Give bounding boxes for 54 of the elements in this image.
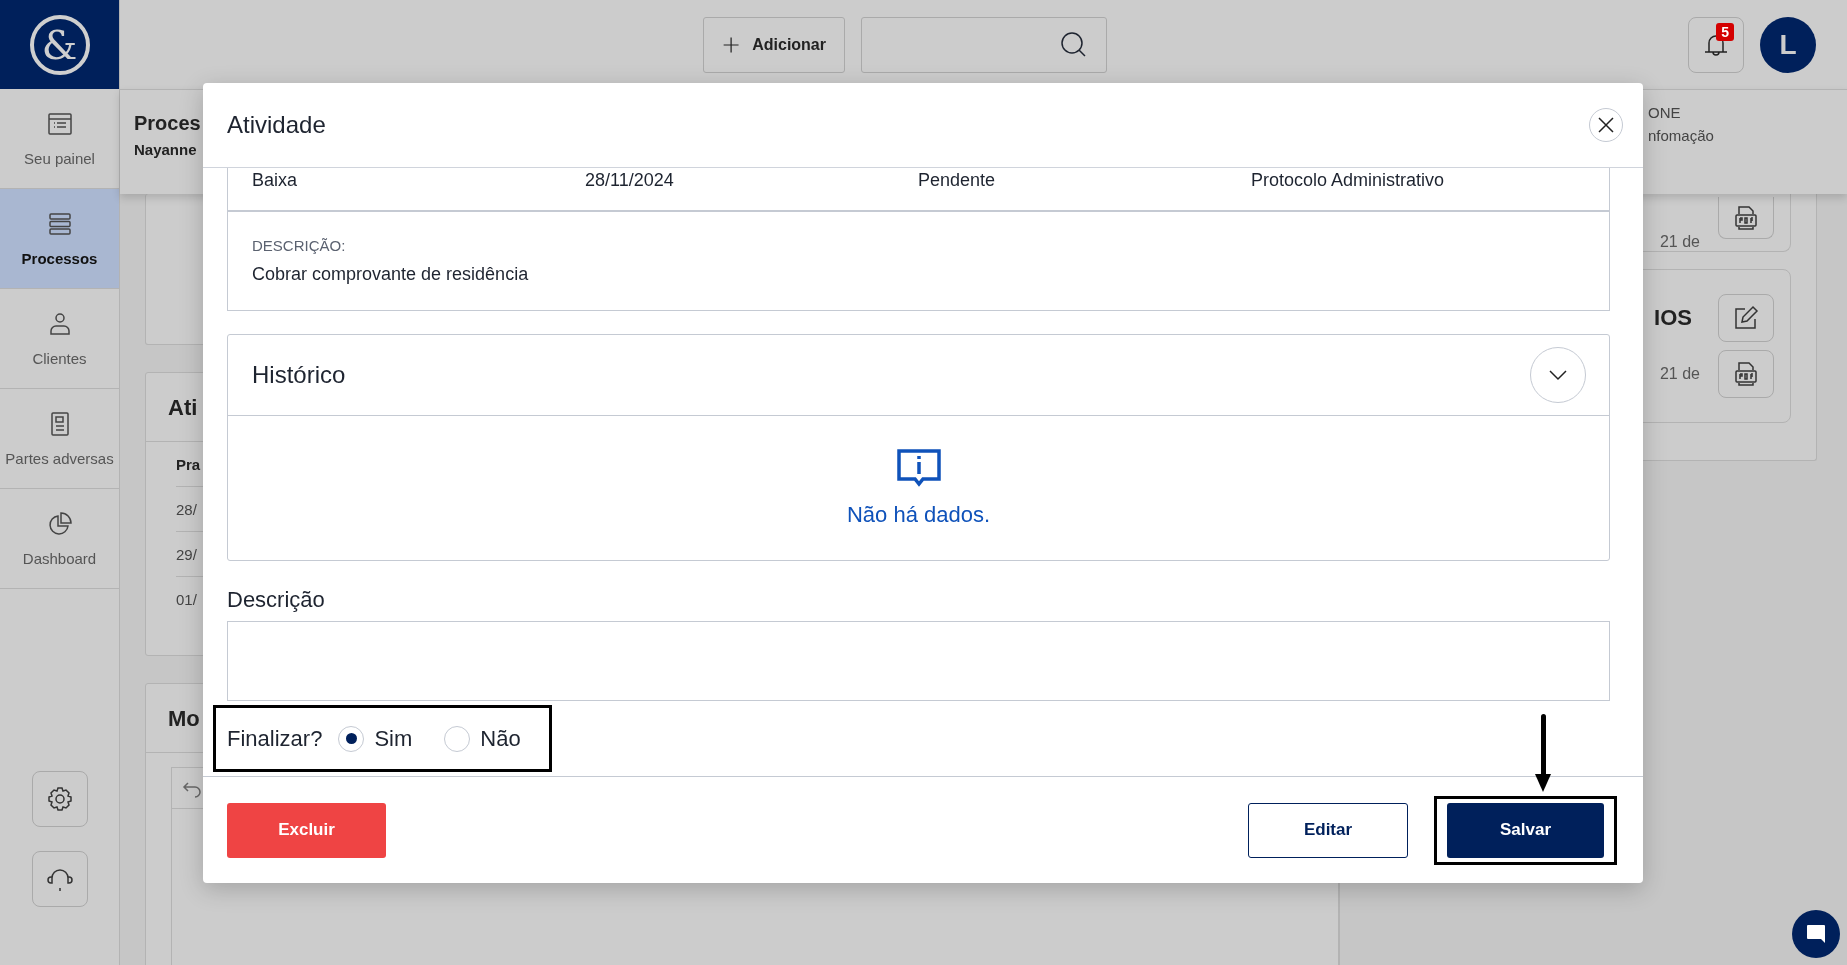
- chevron-down-icon: [1548, 369, 1568, 381]
- search-icon: [1060, 30, 1088, 59]
- page-subtitle: Nayanne: [134, 141, 198, 158]
- notification-badge: 5: [1716, 22, 1734, 41]
- search-field[interactable]: [861, 16, 1107, 73]
- info-text: nfomação: [1648, 127, 1715, 144]
- table-cell: 29/: [176, 545, 197, 563]
- date-text: 21 de: [1659, 364, 1700, 384]
- table-cell: 28/: [176, 500, 197, 518]
- sidebar-item[interactable]: Processos: [0, 189, 119, 289]
- field-value: Cobrar comprovante de residência: [252, 264, 530, 285]
- page-title: Proces: [134, 112, 201, 135]
- radio-option[interactable]: Sim: [338, 725, 413, 752]
- close-icon: [1597, 116, 1615, 134]
- support-button[interactable]: [31, 851, 88, 907]
- empty-message: Não há dados.: [846, 502, 991, 528]
- settings-icon: [45, 785, 74, 813]
- column-header: Pra: [176, 455, 201, 473]
- close-button[interactable]: [1589, 108, 1623, 142]
- add-button[interactable]: Adicionar: [703, 16, 845, 73]
- field-value: 28/11/2024: [585, 169, 675, 191]
- delete-button[interactable]: Excluir: [227, 802, 386, 858]
- date-text: 21 de: [1659, 233, 1700, 251]
- logo[interactable]: &: [29, 14, 90, 75]
- field-label: DESCRIÇÃO:: [252, 237, 347, 254]
- sidebar-item[interactable]: Partes adversas: [0, 389, 119, 489]
- info-text: ONE: [1648, 104, 1682, 121]
- edit-icon: [1733, 305, 1759, 331]
- table-cell: 01/: [176, 590, 197, 608]
- card-title: IOS: [1654, 304, 1692, 332]
- info-bubble-icon: [895, 448, 942, 488]
- field-label: Descrição: [227, 587, 326, 613]
- pdf-button[interactable]: [1718, 350, 1774, 398]
- list-icon: [45, 110, 74, 138]
- description-field[interactable]: [227, 621, 1610, 701]
- edit-button[interactable]: [1718, 294, 1774, 342]
- card-title: Ati: [168, 395, 198, 420]
- sidebar-item[interactable]: Clientes: [0, 289, 119, 389]
- notifications-button[interactable]: 5: [1688, 16, 1744, 73]
- settings-button[interactable]: [31, 771, 88, 827]
- pdf-button[interactable]: [1718, 197, 1774, 239]
- question-label: Finalizar?: [227, 725, 323, 752]
- chat-button[interactable]: [1792, 910, 1840, 958]
- field-value: Baixa: [252, 169, 299, 191]
- field-value: Pendente: [918, 169, 997, 191]
- field-value: Protocolo Administrativo: [1251, 169, 1446, 191]
- sidebar-item[interactable]: Dashboard: [0, 489, 119, 589]
- edit-button[interactable]: Editar: [1248, 802, 1408, 858]
- section-title: Histórico: [252, 361, 346, 389]
- user-avatar[interactable]: L: [1760, 16, 1816, 73]
- card-title: Mo: [168, 706, 200, 731]
- save-button[interactable]: Salvar: [1447, 802, 1604, 858]
- dialog-title: Atividade: [227, 111, 326, 139]
- radio-option[interactable]: Não: [444, 725, 521, 752]
